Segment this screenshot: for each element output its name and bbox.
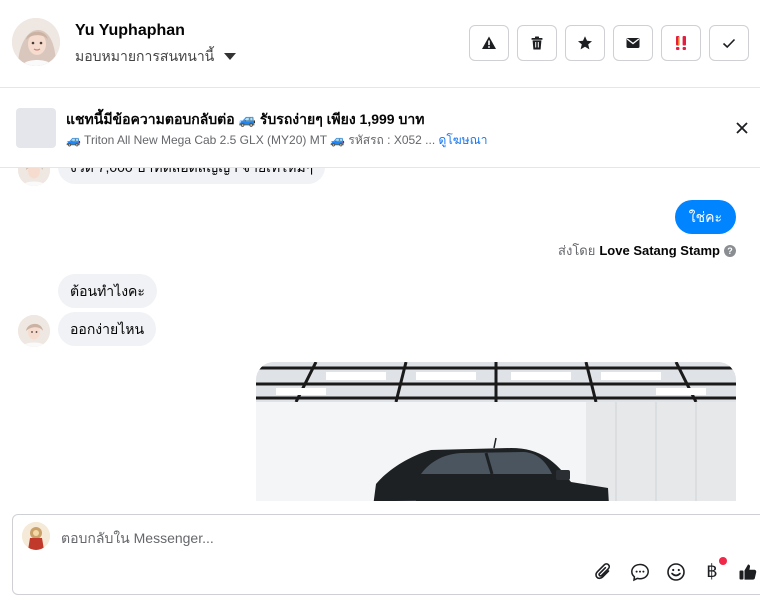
conversation-actions [469, 25, 749, 61]
notification-dot [719, 557, 727, 565]
star-button[interactable] [565, 25, 605, 61]
contact-name: Yu Yuphaphan [75, 22, 185, 39]
message-thread[interactable]: งวด 7,000 บาทตลอดสัญญา จ่ายเท่ไหม่ๆ ใช่ค… [0, 168, 760, 501]
reply-input[interactable] [61, 527, 661, 549]
incoming-message[interactable]: งวด 7,000 บาทตลอดสัญญา จ่ายเท่ไหม่ๆ [58, 168, 326, 184]
incoming-message[interactable]: ออกง่ายไหน [58, 312, 157, 346]
emoji-button[interactable] [665, 561, 687, 583]
page-avatar [22, 522, 50, 550]
sent-by-prefix: ส่งโดย [558, 243, 596, 258]
contact-avatar-small [18, 168, 50, 186]
caret-down-icon [224, 52, 237, 60]
info-icon[interactable]: ? [724, 244, 736, 257]
outgoing-image-attachment[interactable] [256, 362, 736, 501]
ad-thumbnail [16, 108, 56, 148]
contact-avatar-small [18, 315, 50, 347]
car-photo [256, 362, 736, 501]
mark-follow-up-button[interactable] [661, 25, 701, 61]
delete-button[interactable] [517, 25, 557, 61]
ad-title: แชทนี้มีข้อความตอบกลับต่อ 🚙 รับรถง่ายๆ เ… [66, 111, 425, 127]
saved-replies-button[interactable] [629, 561, 651, 583]
contact-avatar[interactable] [12, 18, 60, 66]
reply-composer: ฿ [12, 514, 760, 595]
report-spam-button[interactable] [469, 25, 509, 61]
emoji-icon [667, 563, 685, 581]
paperclip-icon [595, 563, 611, 580]
view-ad-link[interactable]: ดูโฆษณา [439, 133, 488, 147]
warning-icon [482, 36, 496, 49]
mark-unread-button[interactable] [613, 25, 653, 61]
assign-label: มอบหมายการสนทนานี้ [75, 48, 215, 64]
trash-icon [531, 36, 543, 50]
payment-button[interactable]: ฿ [701, 557, 727, 583]
mark-done-button[interactable] [709, 25, 749, 61]
thumbs-up-icon [739, 564, 757, 580]
follow-up-icon [676, 36, 686, 50]
ad-subtitle: 🚙 Triton All New Mega Cab 2.5 GLX (MY20)… [66, 131, 487, 150]
assign-conversation-dropdown[interactable]: มอบหมายการสนทนานี้ [75, 46, 237, 68]
close-icon [736, 122, 748, 134]
ad-subtitle-text: 🚙 Triton All New Mega Cab 2.5 GLX (MY20)… [66, 133, 436, 147]
incoming-message[interactable]: ต้อนทำไงคะ [58, 274, 157, 308]
close-ad-banner-button[interactable] [732, 118, 752, 138]
star-icon [578, 36, 592, 50]
attach-file-button[interactable] [593, 561, 615, 583]
envelope-icon [626, 38, 640, 48]
send-like-button[interactable] [737, 561, 759, 583]
composer-toolbar: ฿ [593, 557, 759, 583]
conversation-header: Yu Yuphaphan มอบหมายการสนทนานี้ [0, 0, 760, 88]
chat-bubble-icon [631, 563, 649, 582]
baht-payment-icon: ฿ [706, 561, 718, 582]
check-icon [722, 38, 736, 49]
sent-by-label: ส่งโดย Love Satang Stamp ? [558, 240, 736, 261]
sent-by-name: Love Satang Stamp [599, 243, 720, 258]
ad-context-banner: แชทนี้มีข้อความตอบกลับต่อ 🚙 รับรถง่ายๆ เ… [0, 88, 760, 168]
outgoing-message[interactable]: ใช่คะ [674, 200, 736, 234]
